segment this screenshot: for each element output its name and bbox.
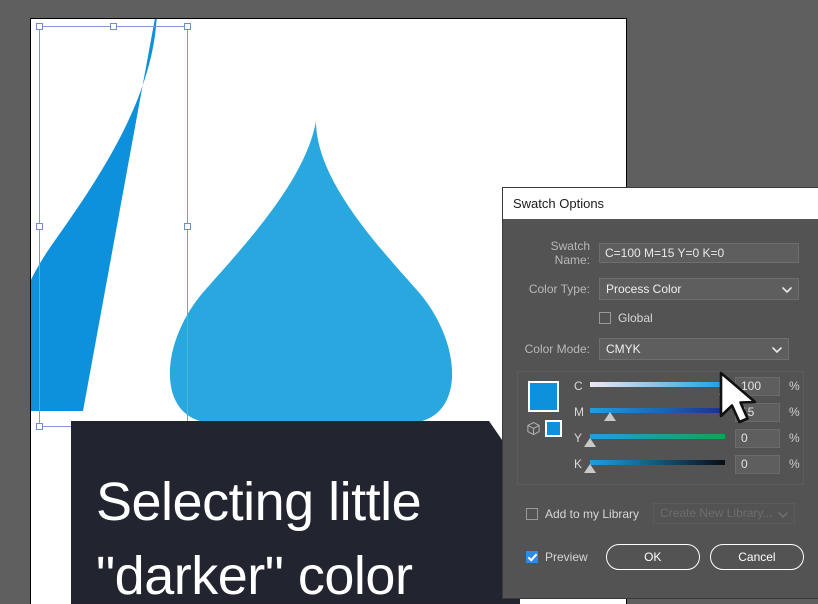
add-to-library-label: Add to my Library [545, 506, 640, 521]
slider-value-k[interactable]: 0 [735, 454, 780, 474]
slider-label-m: M [574, 405, 584, 419]
dialog-titlebar[interactable]: Swatch Options [503, 188, 818, 219]
slider-row-k: K 0% [574, 454, 800, 474]
slider-c[interactable] [590, 377, 731, 395]
dialog-footer: Preview OK Cancel [517, 544, 804, 570]
swatch-mini-row [526, 420, 562, 437]
slider-unit-c: % [789, 379, 800, 393]
color-sliders-panel: C 100% M 15% Y 0% K 0% [517, 371, 804, 485]
slider-value-y[interactable]: 0 [735, 428, 780, 448]
caption-overlay: Selecting little "darker" color [71, 421, 520, 604]
color-space-cube-icon [526, 421, 541, 436]
caption-text: Selecting little "darker" color [96, 472, 422, 604]
slider-row-m: M 15% [574, 402, 800, 422]
chevron-down-icon [778, 511, 788, 518]
slider-m[interactable] [590, 403, 725, 421]
slider-label-c: C [574, 379, 583, 393]
slider-thumb-m[interactable] [604, 412, 617, 421]
slider-track-c [590, 382, 725, 387]
screenshot-root: Selecting little "darker" color Swatch O… [0, 0, 818, 604]
slider-track-y [590, 434, 725, 439]
slider-unit-y: % [789, 431, 800, 445]
cancel-button[interactable]: Cancel [709, 544, 804, 570]
slider-thumb-c[interactable] [719, 386, 731, 395]
preview-checkbox[interactable] [526, 551, 538, 563]
slider-y[interactable] [584, 429, 725, 447]
color-mode-select[interactable]: CMYK [599, 338, 789, 360]
swatch-name-label: Swatch Name: [550, 239, 590, 267]
library-select-value: Create New Library... [660, 506, 773, 520]
swatch-color-preview[interactable] [528, 381, 559, 412]
chevron-down-icon [782, 287, 792, 293]
slider-unit-k: % [789, 457, 800, 471]
color-type-value: Process Color [606, 282, 682, 296]
slider-thumb-y[interactable] [584, 438, 596, 447]
swatch-mini-preview[interactable] [545, 420, 562, 437]
global-checkbox[interactable] [599, 312, 611, 324]
library-select: Create New Library... [653, 503, 796, 524]
global-row: Global [517, 311, 804, 325]
slider-row-c: C 100% [574, 376, 800, 396]
global-label: Global [618, 311, 653, 325]
color-mode-value: CMYK [606, 342, 641, 356]
add-to-library-row: Add to my Library Create New Library... [517, 503, 804, 524]
slider-unit-m: % [789, 405, 800, 419]
color-type-select[interactable]: Process Color [599, 278, 799, 300]
color-type-row: Color Type: Process Color [517, 278, 804, 300]
swatch-name-input[interactable]: C=100 M=15 Y=0 K=0 [599, 243, 799, 263]
add-to-library-checkbox[interactable] [526, 507, 538, 520]
chevron-down-icon [772, 347, 782, 353]
swatch-name-row: Swatch Name: C=100 M=15 Y=0 K=0 [517, 239, 804, 267]
color-mode-label: Color Mode: [524, 342, 590, 356]
slider-value-m[interactable]: 15 [735, 402, 780, 422]
slider-k[interactable] [584, 455, 725, 473]
color-type-label: Color Type: [528, 282, 590, 296]
droplet-shape-left[interactable] [31, 19, 157, 411]
ok-button[interactable]: OK [605, 544, 700, 570]
slider-row-y: Y 0% [574, 428, 800, 448]
preview-label: Preview [545, 550, 588, 564]
slider-track-k [590, 460, 725, 465]
swatch-options-dialog[interactable]: Swatch Options Swatch Name: C=100 M=15 Y… [503, 188, 818, 598]
color-mode-row: Color Mode: CMYK [517, 338, 804, 360]
dialog-body: Swatch Name: C=100 M=15 Y=0 K=0 Color Ty… [503, 219, 818, 570]
droplet-shape-right[interactable] [169, 121, 453, 423]
slider-value-c[interactable]: 100 [735, 376, 780, 396]
dialog-title: Swatch Options [513, 196, 605, 211]
slider-thumb-k[interactable] [584, 464, 596, 473]
